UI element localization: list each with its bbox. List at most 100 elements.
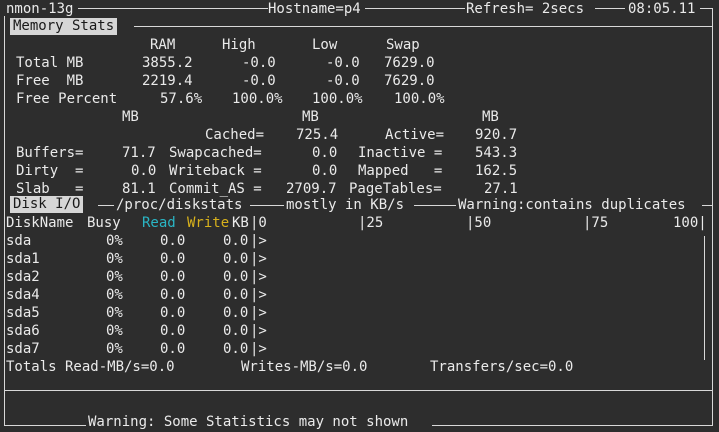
disk-totals-transfers: Transfers/sec=0.0 [430,359,574,375]
mem-swap-value: 7629.0 [384,73,435,89]
frame-right-line [712,8,713,426]
disk-col-write: Write [187,215,230,231]
disk-bar: |> [250,305,267,321]
disk-write: 0.0 [223,269,249,285]
mem-high-value: -0.0 [242,55,276,71]
memory-header-line [134,26,712,27]
mem-detail-value: 543.3 [475,145,518,161]
disk-busy: 0% [106,251,123,267]
hostname: Hostname=p4 [268,1,361,17]
disk-bar: |> [250,323,267,339]
mem-detail-value: 0.0 [131,163,157,179]
frame-top-line [78,8,268,9]
disk-busy: 0% [106,305,123,321]
disk-busy: 0% [106,287,123,303]
mem-high-value: 100.0% [232,91,283,107]
mem-header-high: High [222,37,256,53]
disk-write: 0.0 [223,323,249,339]
mem-header-low: Low [312,37,338,53]
frame-left-line [4,16,5,426]
disk-col-busy: Busy [87,215,121,231]
disk-bar: |> [250,233,267,249]
disk-totals-writes: Writes-MB/s=0.0 [241,359,368,375]
disk-scale-0: |0 [250,215,267,231]
disk-warning: Warning:contains duplicates [458,197,686,213]
frame-bottom-line [4,425,86,426]
mem-row-label: Free MB [16,73,84,89]
disk-read: 0.0 [160,305,186,321]
mem-unit-label: MB [482,109,499,125]
mem-detail-label: Swapcached= [169,145,262,161]
memory-section-label[interactable]: Memory Stats [10,18,118,35]
disk-read: 0.0 [160,233,186,249]
mem-detail-value: 0.0 [312,145,338,161]
disk-bar: |> [250,341,267,357]
frame-bottom-line [432,425,712,426]
disk-busy: 0% [106,269,123,285]
disk-read: 0.0 [160,323,186,339]
disk-name: sda4 [6,287,40,303]
mem-low-value: 100.0% [312,91,363,107]
disk-read: 0.0 [160,287,186,303]
disk-read: 0.0 [160,341,186,357]
disk-name: sda6 [6,323,40,339]
disk-scale-50: |50 [466,215,492,231]
disk-name: sda1 [6,251,40,267]
disk-totals-read: Totals Read-MB/s=0.0 [6,359,175,375]
mem-swap-value: 7629.0 [384,55,435,71]
disk-header-line [414,205,456,206]
refresh-rate: Refresh= 2secs [466,1,585,17]
disk-name: sda7 [6,341,40,357]
mem-unit-label: MB [302,109,319,125]
disk-scale-75: |75 [583,215,609,231]
disk-write: 0.0 [223,233,249,249]
mem-detail-label: Active= [385,127,445,143]
separator-line [4,390,712,391]
clock: 08:05.11 [628,1,696,17]
mem-detail-label: Writeback = [169,163,262,179]
frame-top-line [365,8,465,9]
disk-unit-note: mostly in KB/s [286,197,405,213]
mem-low-value: -0.0 [326,55,360,71]
disk-source: /proc/diskstats [116,197,243,213]
disk-busy: 0% [106,323,123,339]
mem-high-value: -0.0 [242,73,276,89]
mem-row-label: Total MB [16,55,84,71]
disk-busy: 0% [106,341,123,357]
mem-swap-value: 100.0% [394,91,445,107]
disk-col-kb: KB [232,215,249,231]
disk-header-line [98,205,114,206]
disk-write: 0.0 [223,341,249,357]
disk-header-line [702,205,712,206]
mem-detail-label: Inactive = [358,145,443,161]
mem-header-swap: Swap [386,37,420,53]
disk-name: sda5 [6,305,40,321]
mem-header-ram: RAM [150,37,176,53]
mem-unit-label: MB [122,109,139,125]
frame-top-line [700,8,712,9]
disk-scale-25: |25 [358,215,384,231]
mem-detail-value: 162.5 [475,163,518,179]
mem-low-value: -0.0 [326,73,360,89]
disk-read: 0.0 [160,269,186,285]
mem-detail-value: 725.4 [296,127,339,143]
frame-top-line [595,8,625,9]
disk-write: 0.0 [223,251,249,267]
disk-busy: 0% [106,233,123,249]
mem-ram-value: 3855.2 [142,55,193,71]
disk-col-diskname: DiskName [6,215,74,231]
mem-detail-value: 71.7 [122,145,156,161]
mem-detail-label: Cached= [205,127,265,143]
footer-warning: Warning: Some Statistics may not shown [88,414,409,430]
disk-name: sda2 [6,269,40,285]
mem-ram-value: 2219.4 [142,73,193,89]
disk-write: 0.0 [223,305,249,321]
disk-section-label[interactable]: Disk I/O [10,196,84,213]
mem-detail-value: 920.7 [475,127,518,143]
disk-read: 0.0 [160,251,186,267]
disk-scale-100: 100| [673,215,707,231]
disk-bar: |> [250,269,267,285]
mem-ram-value: 57.6% [160,91,203,107]
mem-row-label: Free Percent [16,91,118,107]
mem-detail-value: 0.0 [312,163,338,179]
